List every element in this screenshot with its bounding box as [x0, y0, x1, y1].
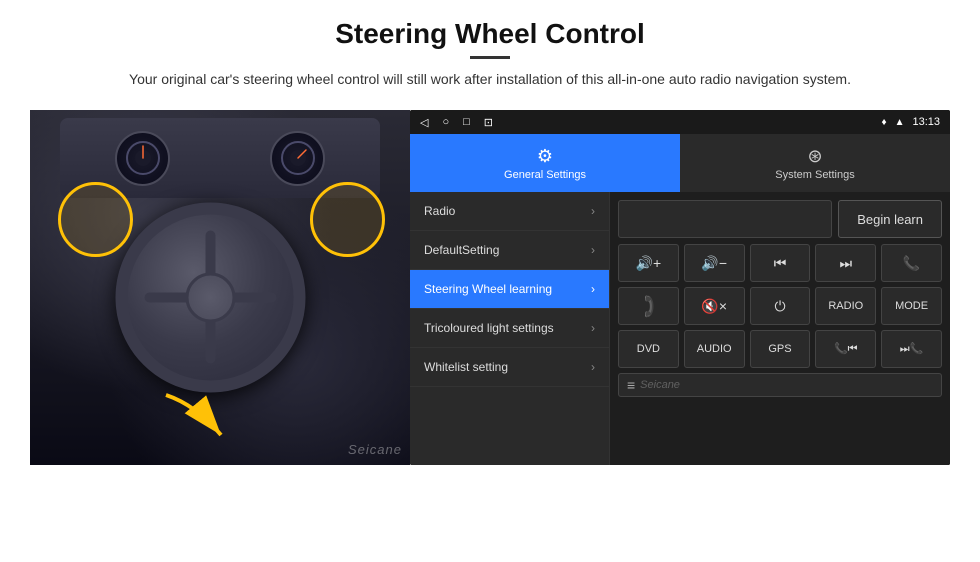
chevron-icon: ›: [591, 204, 595, 218]
menu-item-radio[interactable]: Radio ›: [410, 192, 609, 231]
menu-item-steering[interactable]: Steering Wheel learning ›: [410, 270, 609, 309]
chevron-icon: ›: [591, 282, 595, 296]
prev-track-button[interactable]: ⏮: [750, 244, 811, 282]
steering-wheel: [116, 202, 306, 392]
status-bar-right: ♦ ▲ 13:13: [881, 116, 940, 128]
screenshot-icon: ⊡: [484, 116, 493, 129]
menu-item-tricoloured[interactable]: Tricoloured light settings ›: [410, 309, 609, 348]
chevron-icon: ›: [591, 360, 595, 374]
tab-system-label: System Settings: [775, 169, 854, 181]
status-bar-nav-icons: ◁ ○ □ ⊡: [420, 116, 493, 129]
android-screen: ◁ ○ □ ⊡ ♦ ▲ 13:13 ⚙ General Settings: [410, 110, 950, 465]
radio-label: RADIO: [828, 300, 863, 312]
next-track-icon: ⏭: [839, 255, 852, 272]
system-settings-icon: ⊛: [807, 146, 822, 167]
clock: 13:13: [912, 116, 940, 128]
mode-label: MODE: [895, 300, 928, 312]
page-subtitle: Your original car's steering wheel contr…: [129, 69, 851, 90]
audio-label: AUDIO: [697, 343, 732, 355]
menu-item-whitelist-label: Whitelist setting: [424, 360, 591, 374]
tachometer: [270, 131, 325, 186]
gps-button[interactable]: GPS: [750, 330, 811, 368]
menu-item-whitelist[interactable]: Whitelist setting ›: [410, 348, 609, 387]
power-button[interactable]: ⏻: [750, 287, 811, 325]
page-title: Steering Wheel Control: [129, 18, 851, 50]
begin-learn-button[interactable]: Begin learn: [838, 200, 942, 238]
next-track-button[interactable]: ⏭: [815, 244, 876, 282]
title-divider: [470, 56, 510, 59]
content-area: Seicane ◁ ○ □ ⊡ ♦ ▲ 13:13: [30, 110, 950, 465]
radio-button[interactable]: RADIO: [815, 287, 876, 325]
menu-item-radio-label: Radio: [424, 204, 591, 218]
tab-system-settings[interactable]: ⊛ System Settings: [680, 134, 950, 192]
speedometer: [115, 131, 170, 186]
mode-button[interactable]: MODE: [881, 287, 942, 325]
vol-down-button[interactable]: 🔊−: [684, 244, 745, 282]
control-grid-row3: DVD AUDIO GPS 📞⏮ ⏭📞: [618, 330, 942, 368]
skip-phone-button[interactable]: ⏭📞: [881, 330, 942, 368]
hang-up-icon: 📞: [634, 292, 662, 320]
page-wrapper: Steering Wheel Control Your original car…: [0, 0, 980, 562]
gps-label: GPS: [768, 343, 791, 355]
phone-icon: 📞: [903, 255, 920, 272]
title-section: Steering Wheel Control Your original car…: [129, 18, 851, 102]
menu-item-steering-label: Steering Wheel learning: [424, 282, 591, 296]
bottom-icon: ≡: [627, 377, 635, 393]
top-tabs: ⚙ General Settings ⊛ System Settings: [410, 134, 950, 192]
vol-down-icon: 🔊−: [701, 255, 727, 272]
mute-icon: 🔇×: [701, 298, 727, 315]
phone-prev-button[interactable]: 📞⏮: [815, 330, 876, 368]
right-panel: Begin learn 🔊+ 🔊− ⏮: [610, 192, 950, 465]
dvd-label: DVD: [637, 343, 660, 355]
dvd-button[interactable]: DVD: [618, 330, 679, 368]
power-icon: ⏻: [774, 298, 785, 315]
menu-item-default[interactable]: DefaultSetting ›: [410, 231, 609, 270]
chevron-icon: ›: [591, 243, 595, 257]
recents-icon: □: [463, 116, 470, 128]
menu-item-default-label: DefaultSetting: [424, 243, 591, 257]
home-icon: ○: [442, 116, 449, 128]
left-menu: Radio › DefaultSetting › Steering Wheel …: [410, 192, 610, 465]
hang-up-button[interactable]: 📞: [618, 287, 679, 325]
menu-item-tricoloured-label: Tricoloured light settings: [424, 321, 591, 335]
control-grid-row2: 📞 🔇× ⏻ RADIO MODE: [618, 287, 942, 325]
mute-button[interactable]: 🔇×: [684, 287, 745, 325]
begin-learn-row: Begin learn: [618, 200, 942, 238]
bottom-hint-bar: ≡ Seicane: [618, 373, 942, 397]
watermark: Seicane: [348, 442, 402, 457]
vol-up-button[interactable]: 🔊+: [618, 244, 679, 282]
bottom-watermark: Seicane: [640, 379, 680, 391]
learn-input-field[interactable]: [618, 200, 832, 238]
annotation-circle-right: [310, 182, 385, 257]
gps-status-icon: ♦: [881, 117, 886, 128]
wifi-icon: ▲: [895, 117, 905, 128]
vol-up-icon: 🔊+: [636, 255, 662, 272]
prev-track-icon: ⏮: [774, 255, 787, 272]
status-bar: ◁ ○ □ ⊡ ♦ ▲ 13:13: [410, 110, 950, 134]
general-settings-icon: ⚙: [537, 146, 553, 167]
back-icon: ◁: [420, 116, 428, 129]
annotation-circle-left: [58, 182, 133, 257]
phone-answer-button[interactable]: 📞: [881, 244, 942, 282]
annotation-arrow: [156, 385, 236, 450]
screen-body: Radio › DefaultSetting › Steering Wheel …: [410, 192, 950, 465]
control-grid-row1: 🔊+ 🔊− ⏮ ⏭ 📞: [618, 244, 942, 282]
phone-prev-icon: 📞⏮: [834, 342, 858, 356]
tab-general-settings[interactable]: ⚙ General Settings: [410, 134, 680, 192]
audio-button[interactable]: AUDIO: [684, 330, 745, 368]
skip-phone-icon: ⏭📞: [900, 342, 924, 356]
chevron-icon: ›: [591, 321, 595, 335]
car-image-area: Seicane: [30, 110, 410, 465]
tab-general-label: General Settings: [504, 169, 586, 181]
